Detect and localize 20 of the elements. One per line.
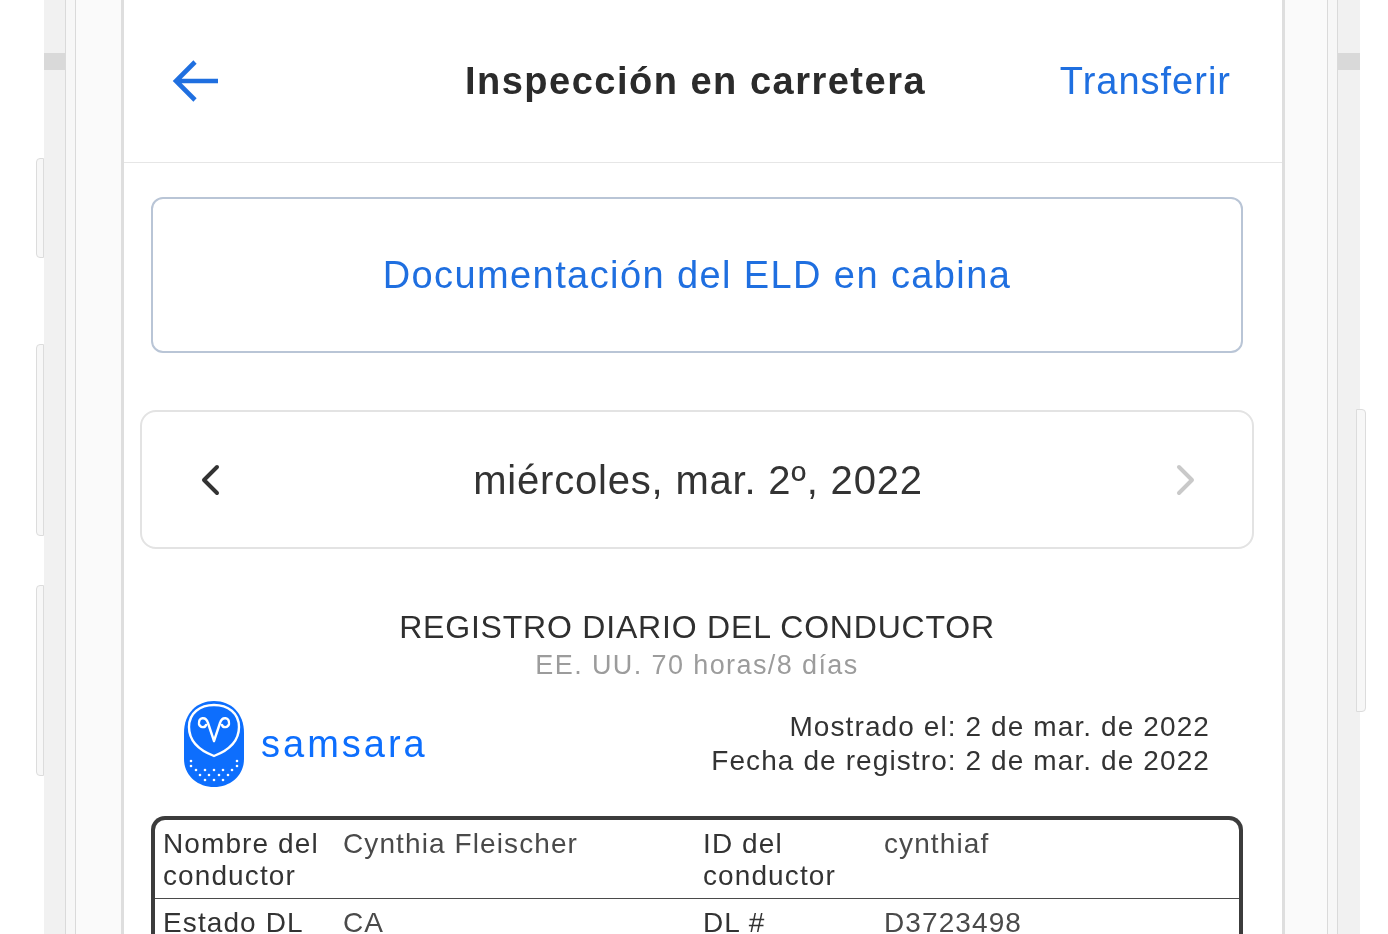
- chevron-left-icon[interactable]: [200, 463, 220, 496]
- field-label: ID del conductor: [703, 828, 837, 892]
- eld-documentation-button[interactable]: Documentación del ELD en cabina: [151, 197, 1243, 353]
- field-value: cynthiaf: [884, 828, 991, 860]
- log-date-text: Fecha de registro: 2 de mar. de 2022: [711, 744, 1210, 778]
- transfer-button[interactable]: Transferir: [1059, 59, 1231, 103]
- screen-title: Inspección en carretera: [464, 59, 927, 103]
- log-date-text: Mostrado el: 2 de mar. de 2022: [789, 710, 1210, 744]
- field-label: DL #: [703, 907, 767, 934]
- field-value: D3723498: [884, 907, 1024, 934]
- back-arrow-icon[interactable]: [172, 59, 218, 103]
- log-subtitle: EE. UU. 70 horas/8 días: [534, 650, 860, 680]
- field-value: CA: [343, 907, 386, 934]
- owl-logo-icon: [184, 701, 244, 787]
- logo-wordmark: samsara: [261, 722, 428, 766]
- log-title: REGISTRO DIARIO DEL CONDUCTOR: [398, 609, 996, 645]
- field-label: Estado DL: [163, 907, 305, 934]
- date-label: miércoles, mar. 2º, 2022: [473, 456, 923, 503]
- field-label: Nombre del conductor: [163, 828, 320, 892]
- field-value: Cynthia Fleischer: [343, 828, 579, 860]
